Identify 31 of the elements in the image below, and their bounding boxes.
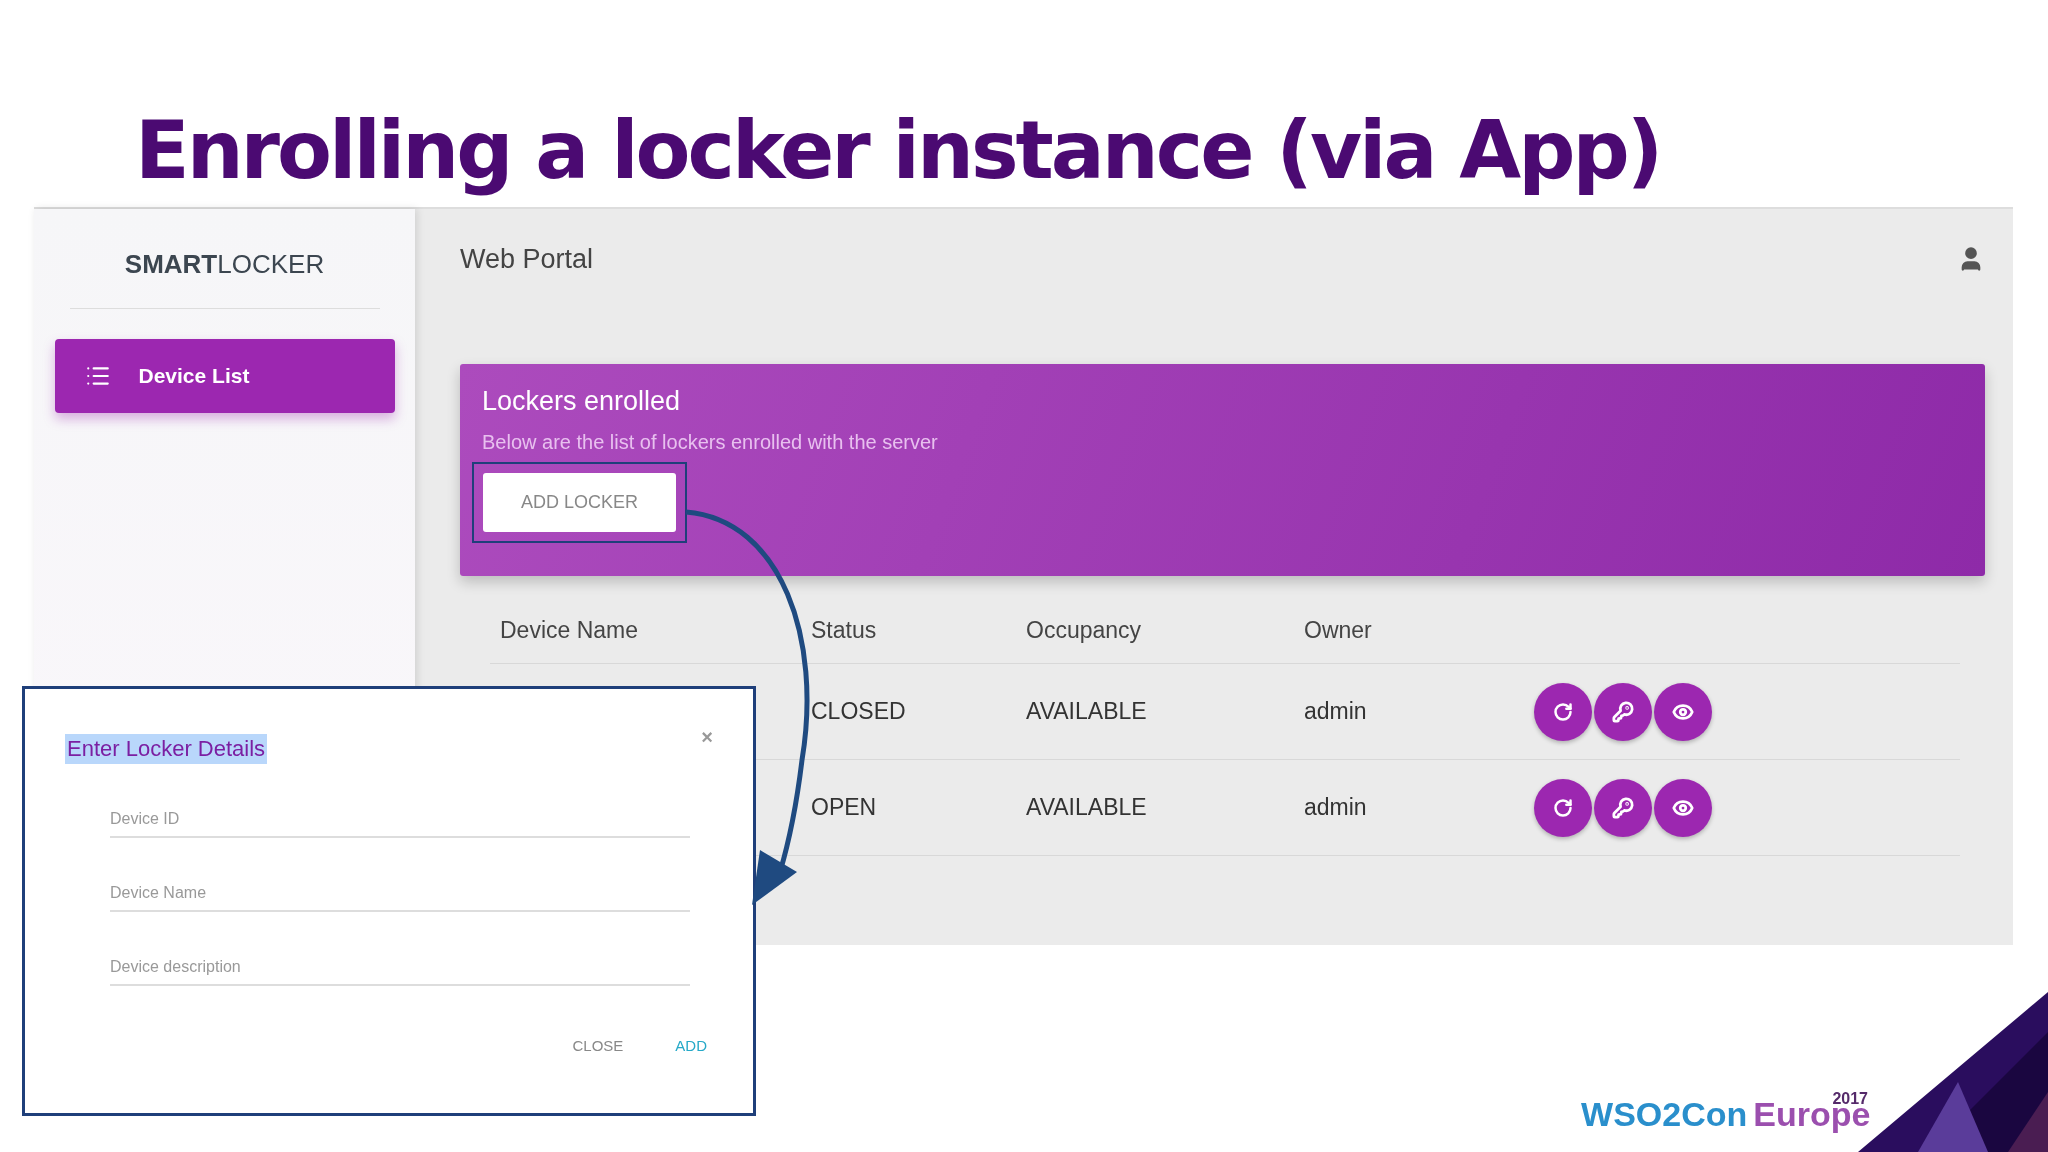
page-title: Web Portal	[460, 243, 594, 275]
view-button[interactable]	[1654, 778, 1712, 837]
column-header: Owner	[1304, 617, 1373, 644]
column-header: Occupancy	[1026, 617, 1143, 644]
refresh-icon	[1553, 701, 1573, 722]
table-cell-text: admin	[1304, 794, 1368, 821]
brand-logo: SMARTLOCKER	[69, 249, 380, 309]
table-cell-text: AVAILABLE	[1026, 794, 1148, 821]
table-cell-text: OPEN	[811, 794, 878, 821]
refresh-button[interactable]	[1534, 778, 1592, 837]
close-button[interactable]: CLOSE	[566, 1036, 630, 1055]
table-cell-text: AVAILABLE	[1026, 698, 1148, 725]
slide-title: Enrolling a locker instance (via App)	[134, 103, 1662, 199]
add-button[interactable]: ADD	[669, 1036, 713, 1055]
nav-item[interactable]: Device List	[54, 339, 395, 413]
refresh-icon	[1553, 797, 1573, 818]
add-locker-button[interactable]: ADD LOCKER	[483, 473, 676, 532]
view-button[interactable]	[1654, 682, 1712, 741]
refresh-button[interactable]	[1534, 682, 1592, 741]
card-title: Lockers enrolled	[482, 386, 681, 417]
table-cell-text: CLOSED	[811, 698, 907, 725]
card-subtitle: Below are the list of lockers enrolled with the server	[482, 431, 938, 454]
key-icon	[1612, 700, 1634, 723]
dialog-title: Enter Locker Details	[65, 734, 268, 764]
close-icon[interactable]: ×	[701, 726, 713, 749]
table-cell-text: admin	[1304, 698, 1368, 725]
key-button[interactable]	[1594, 682, 1652, 741]
column-header: Status	[811, 617, 878, 644]
column-header: Device Name	[500, 617, 640, 644]
key-icon	[1612, 796, 1634, 819]
key-button[interactable]	[1594, 778, 1652, 837]
